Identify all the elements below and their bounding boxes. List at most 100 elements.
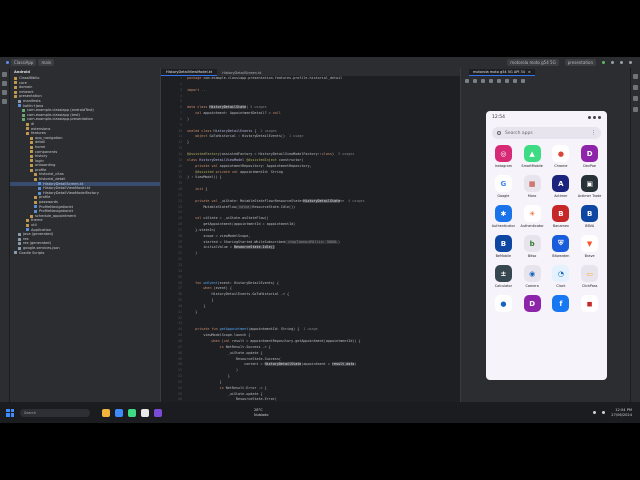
taskbar-search[interactable]: Search xyxy=(20,408,90,417)
app-icon-tile[interactable]: ✳ Authenticator xyxy=(518,205,547,228)
structure-tool-icon[interactable] xyxy=(2,90,7,95)
app-icon-tile[interactable]: b Bitso xyxy=(518,235,547,258)
power-icon[interactable] xyxy=(465,79,469,83)
search-icon xyxy=(497,131,501,135)
more-tools-icon[interactable] xyxy=(2,99,7,104)
project-tool-icon[interactable] xyxy=(2,72,7,77)
overview-icon[interactable] xyxy=(513,79,517,83)
left-tool-strip xyxy=(0,68,10,413)
code-token: } xyxy=(187,298,214,303)
project-view-selector[interactable]: Android xyxy=(10,68,160,76)
code-token: } xyxy=(187,303,206,308)
windows-start-icon[interactable] xyxy=(6,408,14,417)
main-menu[interactable]: ClassiApp main xyxy=(6,59,55,66)
emulator-tab[interactable]: motorola moto g54 5G API 34 × xyxy=(469,69,535,76)
debug-icon[interactable] xyxy=(611,61,614,64)
screenshot-icon[interactable] xyxy=(521,79,525,83)
android-studio-icon[interactable] xyxy=(128,408,136,417)
app-icon-tile[interactable]: G Google xyxy=(489,175,518,198)
right-tool-strip xyxy=(630,68,640,413)
run-config-module[interactable]: presentation xyxy=(564,59,596,66)
home-icon[interactable] xyxy=(505,79,509,83)
code-token: ) : ViewModel() { xyxy=(187,175,222,180)
app-icon-tile[interactable]: D xyxy=(518,295,547,314)
app-icon-tile[interactable]: f xyxy=(547,295,576,314)
editor-tab[interactable]: HistoryDetailScreen.kt xyxy=(217,69,266,76)
app-icon-tile[interactable]: ● Chrome xyxy=(547,145,576,168)
branch-name[interactable]: main xyxy=(38,59,55,66)
editor-tab[interactable]: HistoryDetailViewModel.kt xyxy=(161,69,218,76)
app-icon-tile[interactable]: ▭ ClickPass xyxy=(575,265,604,288)
file-explorer-icon[interactable] xyxy=(102,408,110,417)
wifi-icon[interactable] xyxy=(593,411,597,414)
code-token: result = appointmentRepository.getAppoin… xyxy=(231,338,361,343)
back-icon[interactable] xyxy=(497,79,501,83)
project-name[interactable]: ClassiApp xyxy=(11,59,37,66)
code-token: _uiState: MutableStateFlow<ResourceState… xyxy=(219,198,304,203)
gradle-icon[interactable] xyxy=(633,85,638,90)
app-icon-tile[interactable]: ▦ Moro xyxy=(518,175,547,198)
volume-up-icon[interactable] xyxy=(473,79,477,83)
folder-icon xyxy=(14,90,17,94)
app-icon-tile[interactable]: ◔ Clock xyxy=(547,265,576,288)
app-icon-tile[interactable]: ± Calculator xyxy=(489,265,518,288)
device-manager-icon[interactable] xyxy=(633,96,638,101)
wifi-icon xyxy=(588,115,591,119)
settings-icon[interactable] xyxy=(629,61,632,64)
search-icon[interactable] xyxy=(620,61,623,64)
app-icon-tile[interactable]: ▲ SmartMobile xyxy=(518,145,547,168)
folder-icon xyxy=(30,164,33,168)
folder-icon xyxy=(26,131,29,135)
close-icon[interactable]: × xyxy=(528,70,531,74)
code-token: appointment: AppointmentDetail? = xyxy=(203,111,273,116)
app-icon-tile[interactable]: ● xyxy=(489,295,518,314)
code-token: @AssistedInject xyxy=(246,157,277,162)
app-icon-tile[interactable]: ◼ xyxy=(575,295,604,314)
app-search-bar[interactable]: Search apps ⋮ xyxy=(492,127,601,139)
app-icon[interactable] xyxy=(154,408,162,417)
more-icon[interactable]: ⋮ xyxy=(591,130,596,136)
run-config-device[interactable]: motorola moto g54 5G xyxy=(507,59,559,66)
app-icon-tile[interactable]: B BeMobile xyxy=(489,235,518,258)
code-token: data class xyxy=(187,105,210,110)
volume-icon[interactable] xyxy=(602,411,606,414)
taskbar-clock[interactable]: 12:54 PM 27/06/2024 xyxy=(611,408,632,417)
tree-item[interactable]: Gradle Scripts xyxy=(10,251,160,256)
folder-icon xyxy=(22,113,25,117)
app-label: Actimer xyxy=(554,194,568,198)
notifications-icon[interactable] xyxy=(633,74,638,79)
app-icon-tile[interactable]: ▼ Brave xyxy=(575,235,604,258)
code-token: ) xyxy=(187,116,190,121)
app-launcher-icon: ▲ xyxy=(523,145,541,162)
app-label: Authenticator xyxy=(491,224,515,228)
app-icon-tile[interactable]: ▣ Actimer Trade xyxy=(575,175,604,198)
code-token: uiState = _uiState.asStateFlow() xyxy=(203,216,269,221)
app-label: Banamex xyxy=(552,224,569,228)
code-token: @Assisted xyxy=(195,169,216,174)
line-number-gutter: 1 2 3 4 5 6 7 8 9 10 11 12 13 14 15 16 17 18 19 20 21 22 23 24 2… xyxy=(161,76,185,413)
code-token: import xyxy=(187,87,202,92)
app-icon-tile[interactable]: ✱ Authenticator xyxy=(489,205,518,228)
run-icon[interactable] xyxy=(602,61,605,64)
code-token: (appointment = xyxy=(301,362,332,367)
app-icon-tile[interactable]: ◎ Instagram xyxy=(489,145,518,168)
running-devices-icon[interactable] xyxy=(633,107,638,112)
app-label: ClickPass xyxy=(581,284,598,288)
chrome-icon[interactable] xyxy=(141,408,149,417)
rotate-icon[interactable] xyxy=(489,79,493,83)
app-icon-tile[interactable]: D DevPoe xyxy=(575,145,604,168)
code-token: viewModelScope.launch { xyxy=(187,333,251,338)
app-icon-tile[interactable]: B BBVA xyxy=(575,205,604,228)
app-icon-tile[interactable]: B Banamex xyxy=(547,205,576,228)
edge-icon[interactable] xyxy=(115,408,123,417)
app-icon-tile[interactable]: A Actimer xyxy=(547,175,576,198)
app-icon-tile[interactable]: ⛨ Bitwarden xyxy=(547,235,576,258)
emulator-screen[interactable]: 12:54 Search apps ⋮ ◎ Instagram ▲ SmartMobi… xyxy=(486,111,607,380)
weather-widget[interactable]: 28°C Nublado xyxy=(254,408,269,417)
commit-tool-icon[interactable] xyxy=(2,81,7,86)
volume-down-icon[interactable] xyxy=(481,79,485,83)
code-area[interactable]: package com.example.classiapp.presentati… xyxy=(187,76,459,413)
app-icon-tile[interactable]: ◉ Camera xyxy=(518,265,547,288)
